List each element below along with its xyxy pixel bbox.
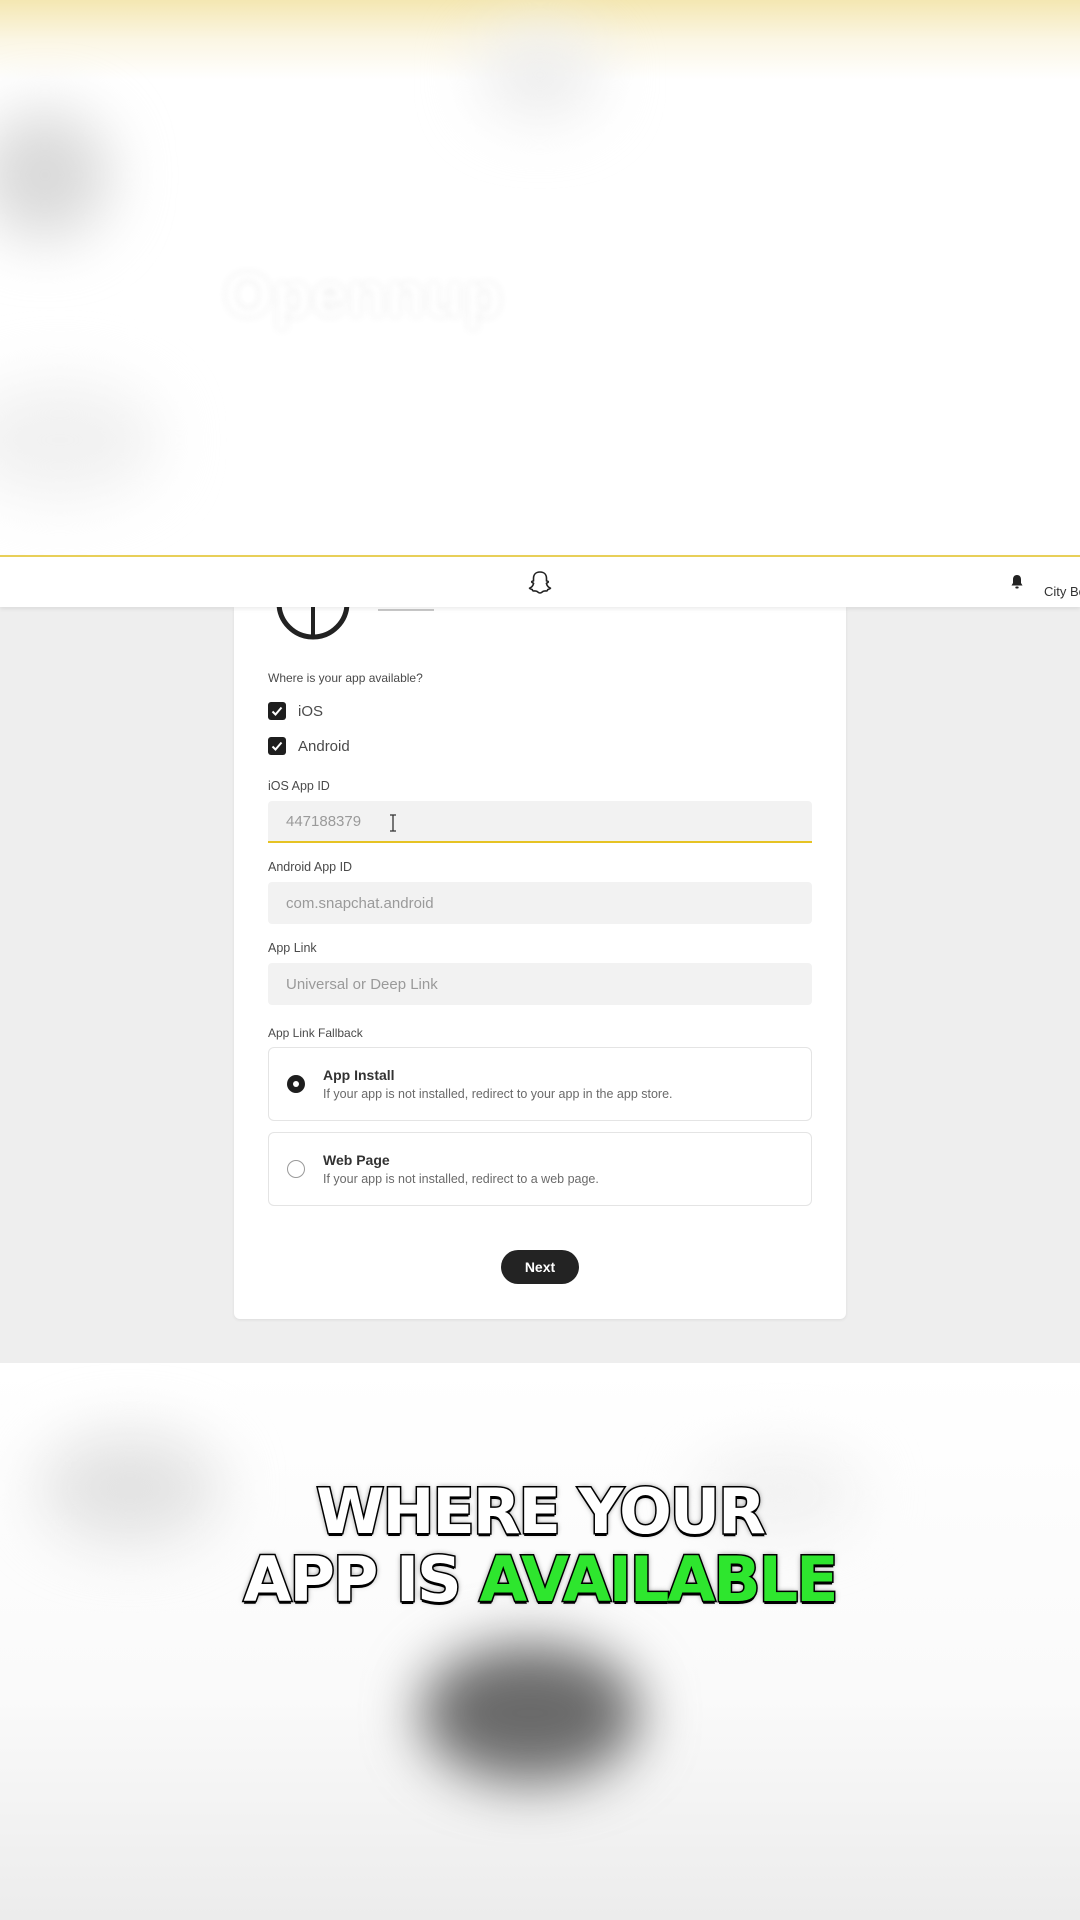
checkmark-icon: [271, 741, 283, 751]
app-link-input[interactable]: Universal or Deep Link: [268, 963, 812, 1005]
ios-app-id-value: 447188379: [286, 812, 362, 830]
ios-checkbox[interactable]: [268, 702, 286, 720]
web-page-title: Web Page: [323, 1152, 390, 1168]
ios-platform-option[interactable]: iOS: [268, 702, 323, 720]
availability-question: Where is your app available?: [268, 671, 423, 685]
android-checkbox[interactable]: [268, 737, 286, 755]
organization-name[interactable]: City Bo: [1044, 584, 1080, 599]
blurred-background-bottom: [0, 1363, 1080, 1920]
notification-bell-icon[interactable]: [1008, 573, 1026, 591]
text-cursor-icon: [390, 814, 396, 832]
next-button[interactable]: Next: [501, 1250, 579, 1284]
app-install-title: App Install: [323, 1067, 395, 1083]
logo-divider: [378, 609, 434, 611]
blur-shape: [420, 1643, 640, 1783]
caption-line-2-highlight: AVAILABLE: [478, 1543, 840, 1616]
ios-app-id-input[interactable]: 447188379: [268, 801, 812, 843]
android-app-id-label: Android App ID: [268, 860, 353, 874]
blur-shape: [480, 30, 600, 120]
android-app-id-placeholder: com.snapchat.android: [286, 894, 434, 912]
web-page-description: If your app is not installed, redirect t…: [323, 1172, 599, 1186]
android-checkbox-label: Android: [298, 737, 350, 755]
caption-line-2-white: APP IS: [242, 1543, 463, 1616]
brand-watermark: Opennup: [120, 250, 503, 340]
app-details-card: Where is your app available? iOS Android…: [234, 597, 846, 1319]
android-app-id-input[interactable]: com.snapchat.android: [268, 882, 812, 924]
fallback-option-app-install[interactable]: App Install If your app is not installed…: [268, 1047, 812, 1121]
video-caption: WHERE YOUR APP IS AVAILABLE: [0, 1475, 1080, 1616]
brand-watermark-text: Opennup: [224, 260, 504, 330]
ios-checkbox-label: iOS: [298, 702, 324, 720]
web-page-radio[interactable]: [287, 1160, 305, 1178]
blurred-background-top: Opennup: [0, 0, 1080, 555]
brand-logo-icon: [120, 252, 206, 338]
app-link-placeholder: Universal or Deep Link: [286, 975, 438, 993]
app-link-label: App Link: [268, 941, 317, 955]
blur-shape: [0, 380, 160, 500]
android-platform-option[interactable]: Android: [268, 737, 350, 755]
snapchat-ghost-icon[interactable]: [527, 570, 553, 596]
checkmark-icon: [271, 706, 283, 716]
fallback-option-web-page[interactable]: Web Page If your app is not installed, r…: [268, 1132, 812, 1206]
caption-line-1: WHERE YOUR: [315, 1475, 768, 1548]
caption-line-2: APP IS AVAILABLE: [0, 1543, 1080, 1616]
top-navigation-bar: City Bo: [0, 555, 1080, 607]
app-link-fallback-label: App Link Fallback: [268, 1026, 363, 1040]
main-content: Where is your app available? iOS Android…: [0, 597, 1080, 1363]
app-install-radio[interactable]: [287, 1075, 305, 1093]
blur-shape: [0, 110, 110, 240]
ios-app-id-label: iOS App ID: [268, 779, 330, 793]
app-install-description: If your app is not installed, redirect t…: [323, 1087, 673, 1101]
